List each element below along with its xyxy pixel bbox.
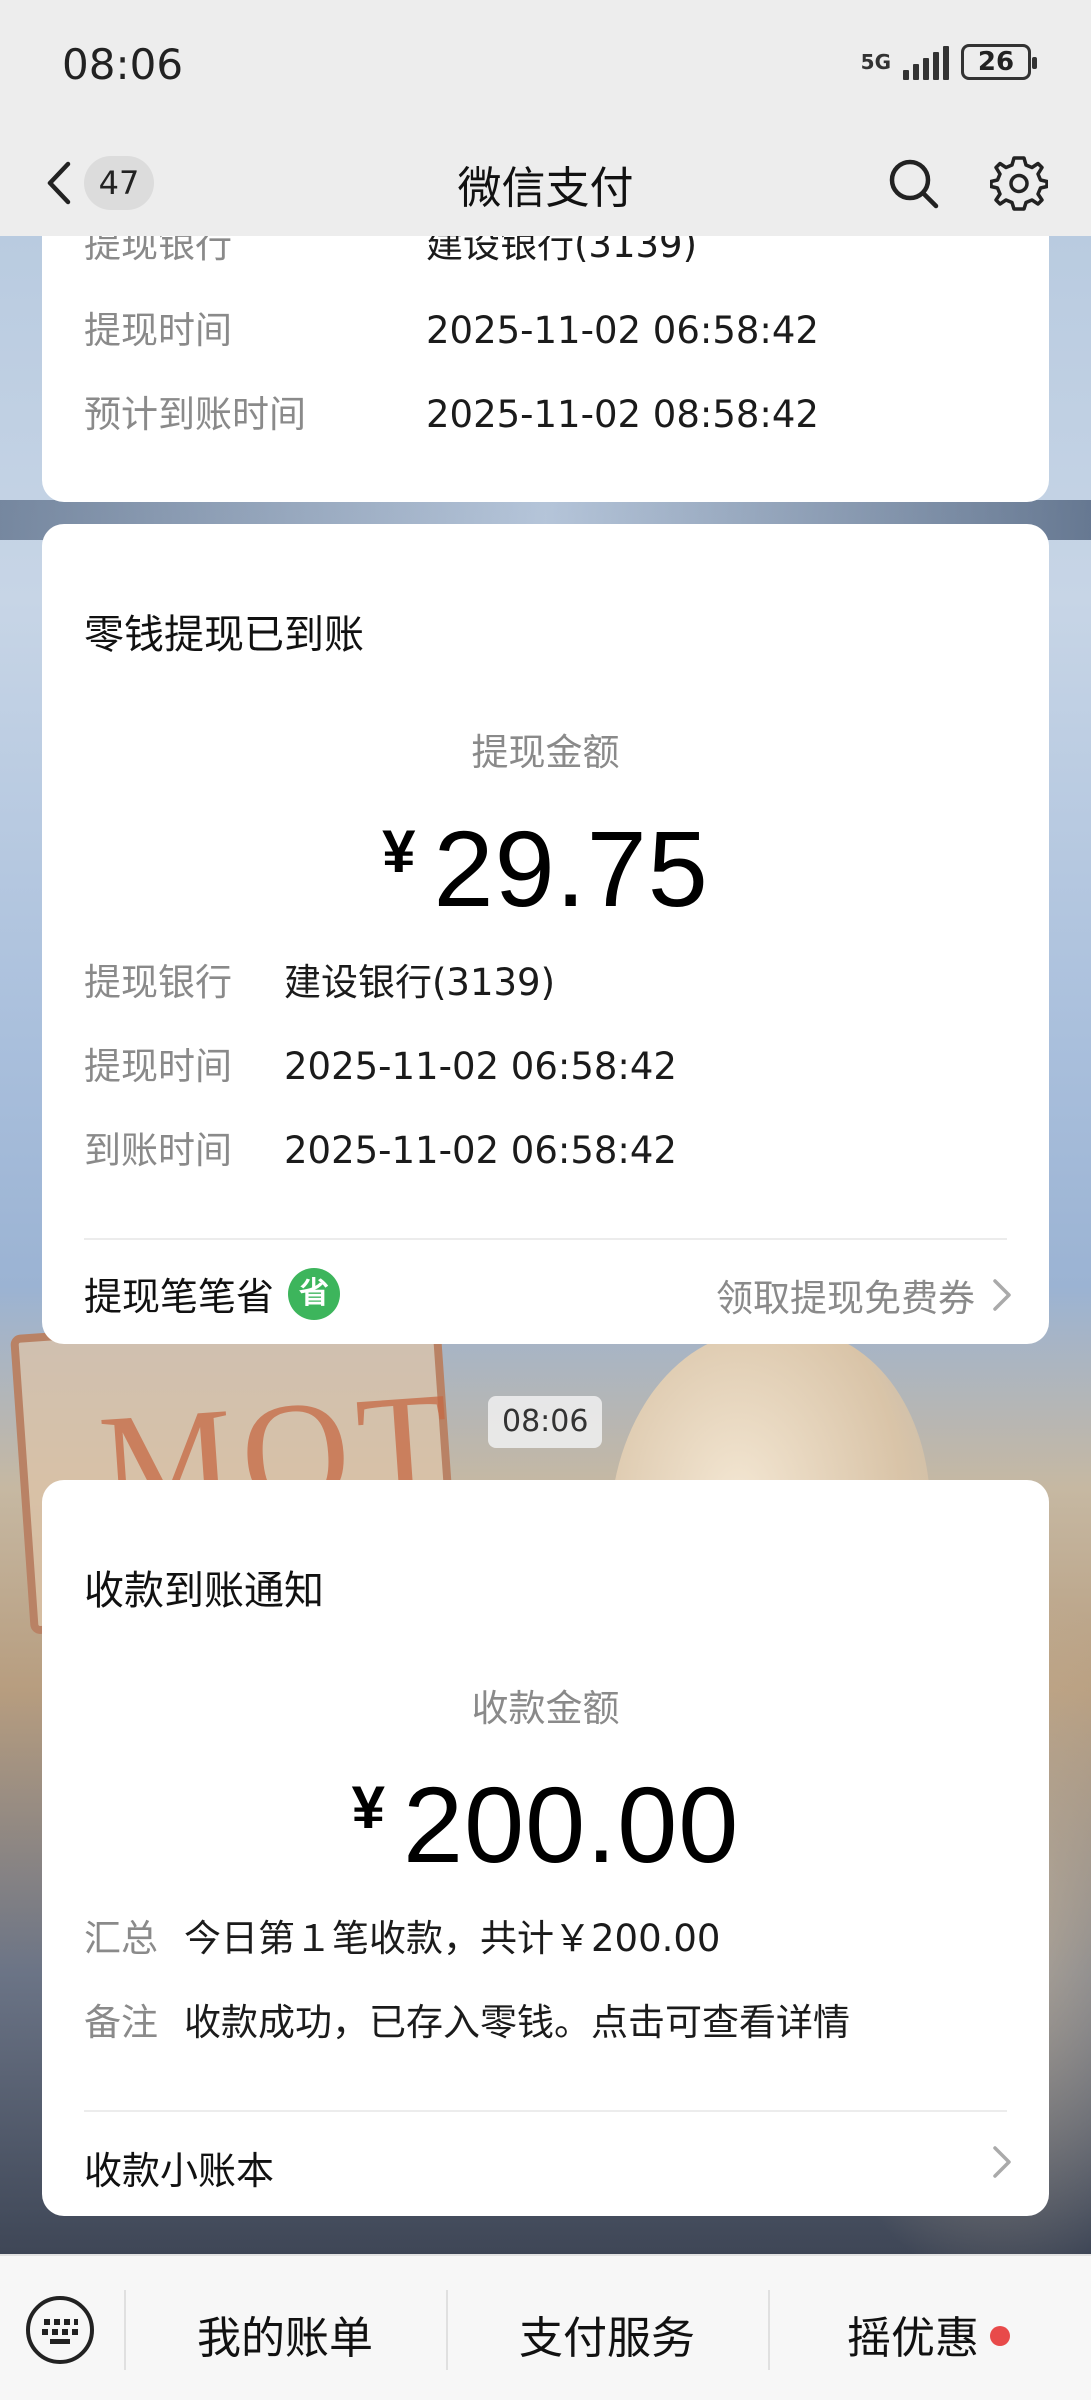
- detail-value: 2025-11-02 06:58:42: [426, 309, 819, 352]
- payment-received-card[interactable]: 收款到账通知 收款金额 ¥200.00 汇总 今日第１笔收款，共计￥200.00…: [42, 1480, 1049, 2216]
- currency-symbol: ¥: [351, 1774, 386, 1841]
- message-timestamp: 08:06: [488, 1396, 603, 1448]
- detail-label: 提现时间: [84, 309, 232, 352]
- detail-row: 到账时间 2025-11-02 06:58:42: [84, 1126, 677, 1176]
- receipt-ledger-link[interactable]: 收款小账本: [84, 2140, 274, 2195]
- card-title: 收款到账通知: [84, 1568, 324, 1614]
- free-coupon-label: 领取提现免费券: [716, 1277, 975, 1320]
- signal-icon: [903, 44, 949, 80]
- receipt-ledger-chevron[interactable]: [991, 2144, 1013, 2180]
- detail-value: 收款成功，已存入零钱。点击可查看详情: [184, 2001, 850, 2044]
- menu-shake-deals[interactable]: 摇优惠: [768, 2302, 1058, 2366]
- detail-row: 提现时间 2025-11-02 06:58:42: [84, 306, 819, 356]
- status-time: 08:06: [62, 40, 184, 89]
- currency-symbol: ¥: [382, 818, 416, 885]
- detail-label: 到账时间: [84, 1129, 232, 1172]
- detail-label: 备注: [84, 2001, 158, 2044]
- card-divider: [84, 2110, 1007, 2112]
- status-indicators: 5G 26: [860, 44, 1037, 80]
- detail-value: 2025-11-02 08:58:42: [426, 393, 819, 436]
- bottom-menu-bar: 我的账单 支付服务 摇优惠: [0, 2254, 1091, 2400]
- notification-dot: [990, 2326, 1010, 2346]
- amount-label: 收款金额: [471, 1687, 620, 1730]
- detail-row: 提现时间 2025-11-02 06:58:42: [84, 1042, 677, 1092]
- chevron-right-icon: [993, 2146, 1011, 2178]
- amount-number: 29.75: [433, 808, 709, 929]
- withdraw-saver-label: 提现笔笔省: [84, 1275, 275, 1319]
- gear-icon[interactable]: [990, 154, 1048, 212]
- amount-value: ¥200.00: [42, 1762, 1049, 1887]
- previous-withdraw-card[interactable]: 提现银行 建设银行(3139) 提现时间 2025-11-02 06:58:42…: [42, 200, 1049, 502]
- detail-row: 备注 收款成功，已存入零钱。点击可查看详情: [84, 1998, 850, 2048]
- chevron-right-icon: [993, 1279, 1011, 1311]
- status-bar: 08:06 5G 26: [0, 0, 1091, 130]
- detail-label: 预计到账时间: [84, 393, 306, 436]
- withdraw-saver-link[interactable]: 提现笔笔省 省: [84, 1266, 341, 1321]
- receipt-ledger-label: 收款小账本: [84, 2149, 275, 2193]
- withdraw-notification-card[interactable]: 零钱提现已到账 提现金额 ¥29.75 提现银行 建设银行(3139) 提现时间…: [42, 524, 1049, 1344]
- detail-value: 2025-11-02 06:58:42: [284, 1045, 677, 1088]
- detail-row: 提现银行 建设银行(3139): [84, 958, 555, 1008]
- detail-value: 建设银行(3139): [284, 961, 556, 1004]
- search-icon[interactable]: [886, 156, 940, 210]
- battery-level: 26: [977, 47, 1015, 77]
- detail-label: 提现银行: [84, 961, 232, 1004]
- battery-icon: 26: [961, 44, 1037, 80]
- keyboard-icon[interactable]: [24, 2294, 96, 2366]
- network-type: 5G: [860, 50, 891, 74]
- detail-row: 预计到账时间 2025-11-02 08:58:42: [84, 390, 819, 440]
- detail-value: 今日第１笔收款，共计￥200.00: [184, 1917, 721, 1960]
- detail-row: 汇总 今日第１笔收款，共计￥200.00: [84, 1914, 720, 1964]
- detail-value: 2025-11-02 06:58:42: [284, 1129, 677, 1172]
- menu-payment-services[interactable]: 支付服务: [446, 2302, 768, 2366]
- detail-label: 汇总: [84, 1917, 158, 1960]
- amount-label: 提现金额: [471, 731, 620, 774]
- amount-value: ¥29.75: [42, 806, 1049, 931]
- card-title: 零钱提现已到账: [84, 612, 364, 658]
- detail-label: 提现时间: [84, 1045, 232, 1088]
- save-badge-icon: 省: [288, 1267, 341, 1320]
- card-divider: [84, 1238, 1007, 1240]
- menu-my-bills[interactable]: 我的账单: [124, 2302, 446, 2366]
- free-coupon-link[interactable]: 领取提现免费券: [716, 1268, 1013, 1322]
- nav-bar: 47 微信支付: [0, 130, 1091, 236]
- amount-number: 200.00: [403, 1764, 740, 1885]
